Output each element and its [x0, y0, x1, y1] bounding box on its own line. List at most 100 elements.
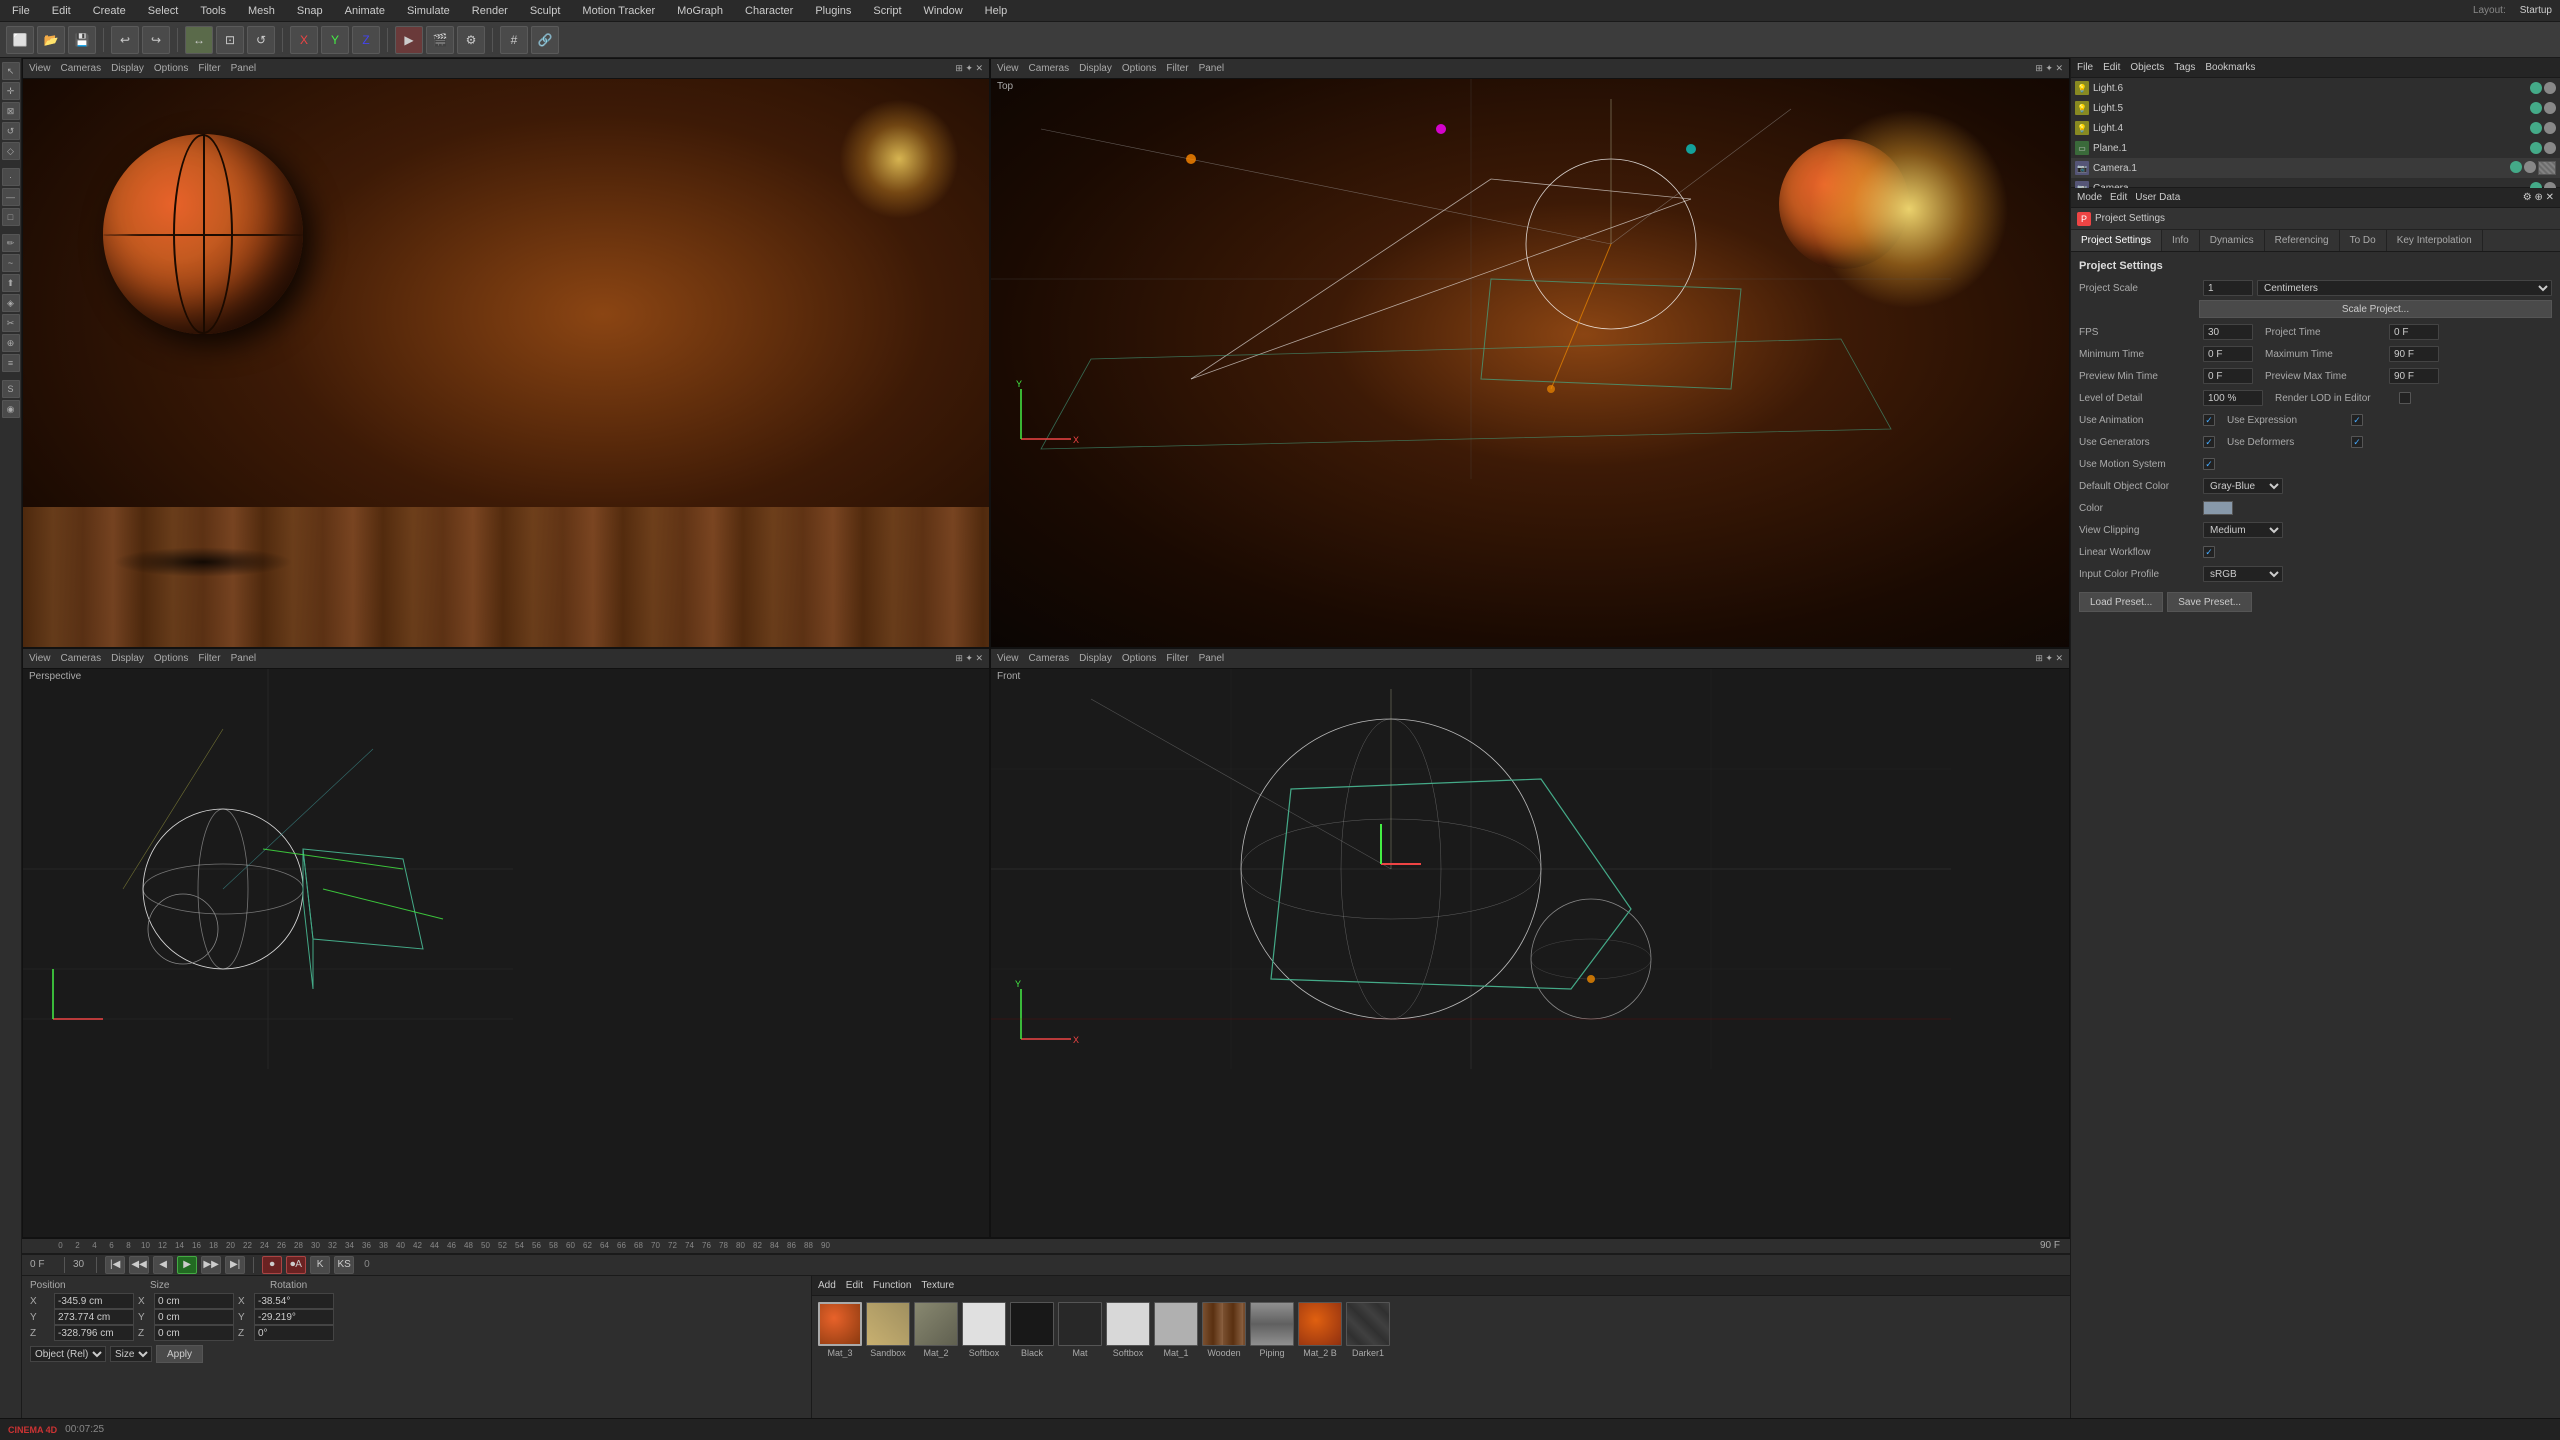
go-start-btn[interactable]: |◀ [105, 1256, 125, 1274]
material-wooden[interactable]: Wooden [1202, 1302, 1246, 1412]
obj-plane1[interactable]: ▭ Plane.1 [2071, 138, 2560, 158]
render-preview-btn[interactable]: ▶ [395, 26, 423, 54]
front-panel-menu[interactable]: Panel [1199, 653, 1225, 664]
menu-window[interactable]: Window [920, 3, 967, 19]
tab-referencing[interactable]: Referencing [2265, 230, 2340, 251]
loop-tool[interactable]: ⊕ [2, 334, 20, 352]
camera1-render[interactable] [2524, 161, 2536, 173]
color-swatch[interactable] [2203, 501, 2233, 515]
move-btn[interactable]: ↔ [185, 26, 213, 54]
paint-tool[interactable]: ✏ [2, 234, 20, 252]
props-userdata[interactable]: User Data [2135, 192, 2180, 203]
menu-create[interactable]: Create [89, 3, 130, 19]
material-softbox-g[interactable]: Softbox [1106, 1302, 1150, 1412]
material-mat2b[interactable]: Mat_2 B [1298, 1302, 1342, 1412]
key-all-btn[interactable]: K [310, 1256, 330, 1274]
move-tool[interactable]: ✛ [2, 82, 20, 100]
vp-panel-menu[interactable]: Panel [231, 63, 257, 74]
use-gen-check[interactable]: ✓ [2203, 436, 2215, 448]
extrude-tool[interactable]: ⬆ [2, 274, 20, 292]
vp-display-menu[interactable]: Display [111, 63, 144, 74]
props-edit[interactable]: Edit [2110, 192, 2127, 203]
light4-vis[interactable] [2530, 122, 2542, 134]
top-viewport[interactable]: View Cameras Display Options Filter Pane… [990, 58, 2070, 648]
top-display-menu[interactable]: Display [1079, 63, 1112, 74]
play-forward-btn[interactable]: ▶▶ [201, 1256, 221, 1274]
snap-btn[interactable]: 🔗 [531, 26, 559, 54]
coord-z-pos[interactable] [54, 1325, 134, 1341]
light5-vis[interactable] [2530, 102, 2542, 114]
tab-todo[interactable]: To Do [2340, 230, 2387, 251]
prev-max-input[interactable] [2389, 368, 2439, 384]
use-motion-check[interactable]: ✓ [2203, 458, 2215, 470]
menu-simulate[interactable]: Simulate [403, 3, 454, 19]
magnet-tool[interactable]: S [2, 380, 20, 398]
material-darker1[interactable]: Darker1 [1346, 1302, 1390, 1412]
camera-viewport[interactable]: View Cameras Display Options Filter Pane… [22, 58, 990, 648]
menu-motion-tracker[interactable]: Motion Tracker [578, 3, 659, 19]
persp-view-menu[interactable]: View [29, 653, 51, 664]
vp-filter-menu[interactable]: Filter [198, 63, 220, 74]
obj-tags[interactable]: Tags [2174, 62, 2195, 73]
play-back-btn[interactable]: ◀ [153, 1256, 173, 1274]
mat-edit[interactable]: Edit [846, 1280, 863, 1291]
obj-file[interactable]: File [2077, 62, 2093, 73]
vp-view-menu[interactable]: View [29, 63, 51, 74]
redo-btn[interactable]: ↪ [142, 26, 170, 54]
rotate-tool[interactable]: ↺ [2, 122, 20, 140]
load-preset-btn[interactable]: Load Preset... [2079, 592, 2163, 612]
top-cameras-menu[interactable]: Cameras [1029, 63, 1070, 74]
spline-tool[interactable]: ~ [2, 254, 20, 272]
front-filter-menu[interactable]: Filter [1166, 653, 1188, 664]
top-panel-menu[interactable]: Panel [1199, 63, 1225, 74]
menu-file[interactable]: File [8, 3, 34, 19]
coord-z-rot[interactable] [254, 1325, 334, 1341]
coord-ref-select[interactable]: Object (Rel) [30, 1346, 106, 1362]
auto-key-btn[interactable]: ⏺A [286, 1256, 306, 1274]
rotate-btn[interactable]: ↺ [247, 26, 275, 54]
save-btn[interactable]: 💾 [68, 26, 96, 54]
material-black[interactable]: Black [1010, 1302, 1054, 1412]
obj-color-select[interactable]: Gray-Blue [2203, 478, 2283, 494]
menu-help[interactable]: Help [981, 3, 1012, 19]
obj-light6[interactable]: 💡 Light.6 [2071, 78, 2560, 98]
project-scale-value[interactable] [2203, 280, 2253, 296]
prev-min-input[interactable] [2203, 368, 2253, 384]
knife-tool[interactable]: ✂ [2, 314, 20, 332]
view-clip-select[interactable]: Medium [2203, 522, 2283, 538]
fps-input[interactable] [2203, 324, 2253, 340]
menu-select[interactable]: Select [144, 3, 183, 19]
y-axis-btn[interactable]: Y [321, 26, 349, 54]
material-mat-dark[interactable]: Mat [1058, 1302, 1102, 1412]
material-mat2[interactable]: Mat_2 [914, 1302, 958, 1412]
input-color-select[interactable]: sRGB [2203, 566, 2283, 582]
scale-tool-btn[interactable]: ⊡ [216, 26, 244, 54]
coord-y-size[interactable] [154, 1309, 234, 1325]
open-btn[interactable]: 📂 [37, 26, 65, 54]
go-end-btn[interactable]: ▶| [225, 1256, 245, 1274]
menu-animate[interactable]: Animate [341, 3, 389, 19]
render-settings-btn[interactable]: ⚙ [457, 26, 485, 54]
material-mat1[interactable]: Mat_1 [1154, 1302, 1198, 1412]
light6-vis[interactable] [2530, 82, 2542, 94]
obj-camera1[interactable]: 📷 Camera.1 [2071, 158, 2560, 178]
coord-z-size[interactable] [154, 1325, 234, 1341]
render-btn[interactable]: 🎬 [426, 26, 454, 54]
key-sel-btn[interactable]: KS [334, 1256, 354, 1274]
menu-script[interactable]: Script [869, 3, 905, 19]
top-view-menu[interactable]: View [997, 63, 1019, 74]
menu-mograph[interactable]: MoGraph [673, 3, 727, 19]
proj-time-input[interactable] [2389, 324, 2439, 340]
point-mode[interactable]: · [2, 168, 20, 186]
plane1-render[interactable] [2544, 142, 2556, 154]
menu-tools[interactable]: Tools [196, 3, 230, 19]
front-display-menu[interactable]: Display [1079, 653, 1112, 664]
persp-cameras-menu[interactable]: Cameras [61, 653, 102, 664]
vp-options-menu[interactable]: Options [154, 63, 188, 74]
obj-bookmarks[interactable]: Bookmarks [2205, 62, 2255, 73]
record-btn[interactable]: ⏺ [262, 1256, 282, 1274]
lod-input[interactable] [2203, 390, 2263, 406]
menu-mesh[interactable]: Mesh [244, 3, 279, 19]
grid-btn[interactable]: # [500, 26, 528, 54]
edge-mode[interactable]: — [2, 188, 20, 206]
